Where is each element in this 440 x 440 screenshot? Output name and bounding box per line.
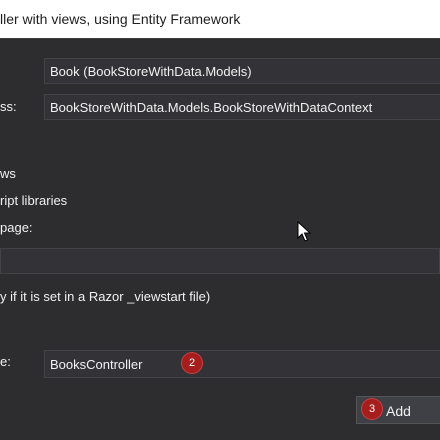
step-badge-3: 3	[362, 399, 382, 419]
add-button-label: Add	[386, 403, 411, 419]
reference-script-libraries-option[interactable]: ript libraries	[0, 193, 67, 208]
layout-page-path-field[interactable]	[0, 248, 440, 274]
dialog-title: ller with views, using Entity Framework	[0, 11, 241, 27]
controller-name-value: BooksController	[50, 357, 143, 372]
mouse-cursor-icon	[297, 221, 311, 242]
controller-name-input[interactable]: BooksController	[44, 350, 440, 378]
controller-name-label: e:	[0, 354, 11, 369]
step-badge-2: 2	[182, 353, 202, 373]
dialog-title-bar: ller with views, using Entity Framework	[0, 0, 440, 39]
data-context-dropdown[interactable]: BookStoreWithData.Models.BookStoreWithDa…	[44, 94, 440, 120]
model-class-dropdown[interactable]: Book (BookStoreWithData.Models)	[44, 58, 440, 84]
data-context-label: ss:	[0, 99, 17, 114]
layout-note: y if it is set in a Razor _viewstart fil…	[0, 289, 211, 304]
data-context-value: BookStoreWithData.Models.BookStoreWithDa…	[50, 100, 373, 115]
model-class-value: Book (BookStoreWithData.Models)	[50, 64, 252, 79]
use-layout-page-option[interactable]: page:	[0, 220, 33, 235]
generate-views-option[interactable]: ws	[0, 166, 16, 181]
